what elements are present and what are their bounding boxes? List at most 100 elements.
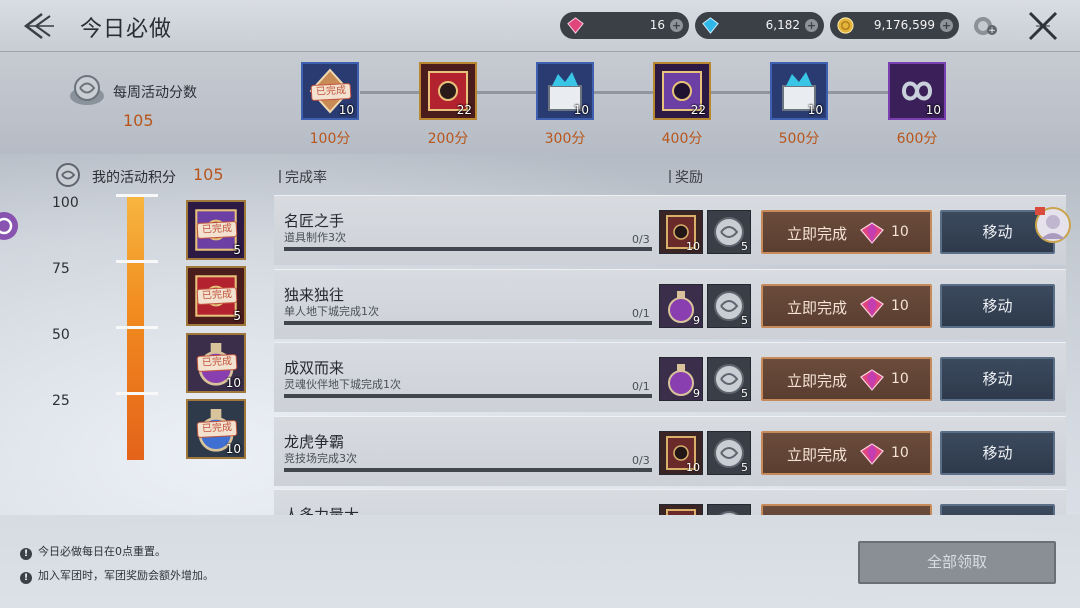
- progress-tick: [116, 194, 158, 197]
- task-name: 成双而来: [284, 359, 345, 377]
- milestone-reward-1[interactable]: 已完成 5: [186, 200, 246, 260]
- instant-complete-label: 立即完成: [787, 225, 848, 243]
- move-button[interactable]: [940, 504, 1055, 515]
- reward-item-slot[interactable]: 9: [659, 357, 703, 401]
- weekly-reward-6[interactable]: 10: [888, 62, 946, 120]
- reward-qty: 5: [233, 309, 241, 323]
- page-title: 今日必做: [80, 17, 173, 42]
- red-gem-icon: [860, 295, 884, 318]
- activity-point-slot[interactable]: 5: [707, 357, 751, 401]
- info-icon: !: [20, 572, 32, 584]
- instant-complete-button[interactable]: [761, 504, 932, 515]
- activity-token-icon: [70, 75, 104, 105]
- activity-point-slot[interactable]: 5: [707, 430, 751, 475]
- weekly-reward-track: 每周活动分数 105 已完成 10 100分 22 200分 10 300分 22 400分 10…: [0, 52, 1080, 154]
- weekly-reward-4[interactable]: 22: [653, 62, 711, 120]
- progress-tick: [116, 326, 158, 329]
- task-count: 0/3: [632, 233, 650, 246]
- task-description: 单人地下城完成1次: [284, 304, 379, 318]
- close-icon: [1028, 11, 1058, 41]
- coins-plus-icon: +: [974, 17, 997, 36]
- reward-qty: 5: [741, 240, 748, 253]
- weekly-reward-2[interactable]: 22: [419, 62, 477, 120]
- task-count: 0/1: [632, 306, 650, 320]
- weekly-reward-1[interactable]: 已完成 10: [301, 62, 359, 120]
- add-red-gem-button[interactable]: +: [670, 19, 683, 32]
- weekly-score-label: 每周活动分数: [113, 85, 197, 101]
- card-icon: [660, 505, 702, 515]
- completed-stamp: 已完成: [196, 220, 238, 240]
- task-count: 0/3: [632, 453, 650, 467]
- instant-complete-label: 立即完成: [787, 372, 848, 390]
- task-row: 龙虎争霸 竞技场完成3次 0/3 10 5 立即完成 10 移动: [274, 415, 1066, 486]
- weekly-reward-5[interactable]: 10: [770, 62, 828, 120]
- task-progress-bar: [284, 467, 652, 472]
- avatar[interactable]: [1033, 205, 1071, 245]
- reward-qty: 5: [741, 460, 748, 474]
- currency-value: 16: [649, 18, 665, 32]
- milestone-reward-3[interactable]: 已完成 10: [186, 333, 246, 393]
- task-row: 成双而来 灵魂伙伴地下城完成1次 0/1 9 5 立即完成 10 移动: [274, 342, 1066, 412]
- more-currency-button[interactable]: +: [972, 14, 998, 38]
- scale-label: 25: [52, 393, 70, 409]
- instant-complete-button[interactable]: 立即完成 10: [761, 430, 932, 475]
- milestone-reward-2[interactable]: 已完成 5: [186, 266, 246, 326]
- back-button[interactable]: [16, 10, 56, 42]
- side-ring-icon: [0, 212, 18, 240]
- task-name: 人多力量大: [284, 506, 360, 515]
- instant-complete-cost: 10: [891, 224, 909, 240]
- reward-qty: 10: [807, 103, 823, 117]
- add-gold-button[interactable]: +: [940, 19, 953, 32]
- red-gem-icon: [860, 222, 884, 244]
- reward-item-slot[interactable]: 9: [659, 283, 703, 328]
- activity-point-slot[interactable]: [707, 504, 751, 515]
- claim-all-button[interactable]: 全部领取: [858, 541, 1056, 584]
- weekly-score-value: 105: [123, 111, 154, 130]
- milestone-reward-4[interactable]: 已完成 10: [186, 399, 246, 459]
- scale-label: 100: [52, 195, 79, 211]
- currency-red-gem: 16 +: [560, 12, 689, 39]
- completed-stamp: 已完成: [196, 286, 238, 306]
- progress-tick: [116, 392, 158, 395]
- instant-complete-button[interactable]: 立即完成 10: [761, 283, 932, 328]
- info-note: ! 今日必做每日在0点重置。: [20, 543, 166, 560]
- scale-label: 50: [52, 327, 70, 343]
- reward-qty: 10: [225, 442, 241, 456]
- instant-complete-cost: 10: [891, 444, 909, 461]
- svg-text:+: +: [988, 26, 996, 36]
- activity-point-slot[interactable]: 5: [707, 283, 751, 328]
- add-blue-gem-button[interactable]: +: [805, 19, 818, 32]
- instant-complete-button[interactable]: 立即完成 10: [761, 357, 932, 401]
- gold-coin-icon: [837, 17, 854, 34]
- progress-tick: [116, 260, 158, 263]
- note-text: 今日必做每日在0点重置。: [38, 545, 166, 558]
- close-button[interactable]: [1026, 10, 1060, 42]
- my-points-value: 105: [193, 165, 224, 184]
- currency-gold: 9,176,599 +: [830, 12, 959, 39]
- reward-item-slot[interactable]: 10: [659, 210, 703, 254]
- reward-qty: 10: [225, 376, 241, 390]
- reward-qty: 9: [693, 387, 700, 400]
- reward-qty: 5: [233, 243, 241, 257]
- red-gem-icon: [860, 369, 884, 391]
- task-list[interactable]: 名匠之手 道具制作3次 0/3 10 5 立即完成 10 移动 独来独往 单人地下城完成1次 0/1…: [274, 195, 1066, 515]
- activity-point-slot[interactable]: 5: [707, 210, 751, 254]
- reward-qty: 10: [686, 240, 700, 253]
- reward-item-slot[interactable]: 10: [659, 430, 703, 475]
- column-completion: 完成率: [279, 167, 327, 187]
- currency-value: 9,176,599: [873, 18, 935, 32]
- currency-blue-gem: 6,182 +: [695, 12, 824, 39]
- reward-points-label: 200分: [427, 131, 469, 147]
- my-points-label: 我的活动积分: [92, 170, 176, 186]
- activity-token-icon: [708, 505, 750, 515]
- instant-complete-button[interactable]: 立即完成 10: [761, 210, 932, 254]
- blue-gem-icon: [702, 17, 719, 34]
- reward-qty: 10: [338, 103, 354, 117]
- weekly-reward-3[interactable]: 10: [536, 62, 594, 120]
- task-progress-bar: [284, 247, 652, 251]
- note-text: 加入军团时，军团奖励会额外增加。: [38, 569, 214, 582]
- move-button[interactable]: 移动: [940, 357, 1055, 401]
- move-button[interactable]: 移动: [940, 430, 1055, 475]
- move-button[interactable]: 移动: [940, 283, 1055, 328]
- reward-item-slot[interactable]: [659, 504, 703, 515]
